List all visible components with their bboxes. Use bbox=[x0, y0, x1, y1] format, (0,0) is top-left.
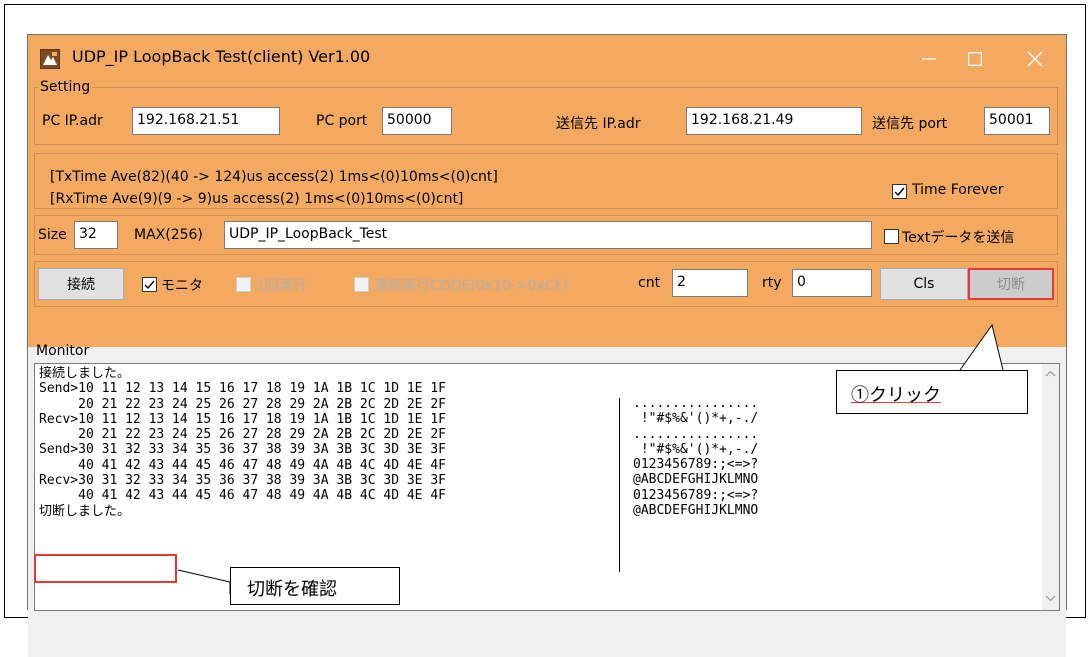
close-button[interactable] bbox=[1012, 35, 1058, 83]
disconnect-highlight-box bbox=[34, 554, 177, 583]
monitor-checkbox-label: モニタ bbox=[161, 278, 203, 294]
ascii-line: ................ bbox=[633, 426, 759, 442]
monitor-label: Monitor bbox=[36, 343, 90, 359]
rty-field[interactable]: 0 bbox=[792, 269, 872, 297]
text-send-label: Textデータを送信 bbox=[902, 230, 1015, 246]
ascii-line: 0123456789:;<=>? bbox=[633, 457, 759, 473]
log-line: Recv>30 31 32 33 34 35 36 37 38 39 3A 3B… bbox=[39, 473, 446, 489]
run-once-label: 1回実行 bbox=[256, 278, 307, 294]
ascii-line: !"#$%&'()*+,-./ bbox=[633, 441, 759, 457]
rty-label: rty bbox=[762, 275, 782, 291]
text-data-field[interactable]: UDP_IP_LoopBack_Test bbox=[224, 221, 872, 249]
log-line: Send>10 11 12 13 14 15 16 17 18 19 1A 1B… bbox=[39, 381, 446, 397]
click-callout: ①クリック bbox=[836, 370, 1028, 414]
pc-ip-field[interactable]: 192.168.21.51 bbox=[132, 107, 280, 135]
click-callout-text: ①クリック bbox=[851, 385, 941, 406]
checkmark-icon bbox=[144, 280, 155, 290]
rx-time-text: [RxTime Ave(9)(9 -> 9)us access(2) 1ms<(… bbox=[50, 191, 464, 207]
maximize-icon bbox=[968, 52, 982, 66]
log-line: 40 41 42 43 44 45 46 47 48 49 4A 4B 4C 4… bbox=[39, 488, 446, 504]
dest-port-label: 送信先 port bbox=[872, 116, 948, 132]
text-send-checkbox[interactable] bbox=[884, 229, 899, 244]
log-line: Send>30 31 32 33 34 35 36 37 38 39 3A 3B… bbox=[39, 442, 446, 458]
dest-port-field[interactable]: 50001 bbox=[984, 107, 1050, 135]
dest-ip-field[interactable]: 192.168.21.49 bbox=[686, 107, 862, 135]
monitor-log: 接続しました。 Send>10 11 12 13 14 15 16 17 18 1… bbox=[39, 366, 446, 519]
pc-port-label: PC port bbox=[316, 113, 368, 129]
hex-ascii-separator bbox=[619, 398, 620, 572]
minimize-icon bbox=[922, 58, 936, 60]
main-panel: Setting PC IP.adr 192.168.21.51 PC port … bbox=[28, 79, 1066, 657]
run-once-checkbox[interactable] bbox=[236, 277, 251, 292]
log-line: 切断しました。 bbox=[39, 503, 131, 519]
connect-button[interactable]: 接続 bbox=[38, 268, 124, 300]
log-line: 20 21 22 23 24 25 26 27 28 29 2A 2B 2C 2… bbox=[39, 396, 446, 412]
disconnect-button[interactable]: 切断 bbox=[968, 268, 1054, 300]
dest-ip-label: 送信先 IP.adr bbox=[556, 116, 641, 132]
time-forever-label: Time Forever bbox=[912, 182, 1004, 198]
confirm-callout-text: 切断を確認 bbox=[247, 579, 337, 600]
size-label: Size bbox=[38, 227, 67, 243]
max-label: MAX(256) bbox=[134, 227, 203, 243]
tx-time-text: [TxTime Ave(82)(40 -> 124)us access(2) 1… bbox=[50, 169, 498, 185]
pc-ip-label: PC IP.adr bbox=[42, 113, 103, 129]
app-icon bbox=[40, 49, 60, 69]
window-title: UDP_IP LoopBack Test(client) Ver1.00 bbox=[72, 47, 371, 66]
log-line: 40 41 42 43 44 45 46 47 48 49 4A 4B 4C 4… bbox=[39, 457, 446, 473]
setting-group-label: Setting bbox=[38, 79, 93, 95]
continuous-run-checkbox[interactable] bbox=[354, 277, 369, 292]
clear-button[interactable]: Cls bbox=[880, 268, 968, 300]
checkmark-icon bbox=[894, 187, 905, 197]
monitor-checkbox[interactable] bbox=[142, 277, 157, 292]
ascii-line: ................ bbox=[633, 396, 759, 411]
ascii-line: @ABCDEFGHIJKLMNO bbox=[633, 472, 759, 488]
ascii-line: @ABCDEFGHIJKLMNO bbox=[633, 503, 759, 519]
time-forever-checkbox[interactable] bbox=[892, 184, 907, 199]
cnt-field[interactable]: 2 bbox=[672, 269, 748, 297]
maximize-button[interactable] bbox=[952, 35, 998, 83]
continuous-run-label: 連続実行CODE(0x10->0xCF) bbox=[374, 278, 569, 294]
log-line: 20 21 22 23 24 25 26 27 28 29 2A 2B 2C 2… bbox=[39, 427, 446, 443]
minimize-button[interactable] bbox=[906, 35, 952, 83]
title-bar: UDP_IP LoopBack Test(client) Ver1.00 bbox=[28, 35, 1066, 83]
size-field[interactable]: 32 bbox=[74, 221, 118, 249]
ascii-column: ................ !"#$%&'()*+,-./........… bbox=[633, 396, 758, 518]
log-line: Recv>10 11 12 13 14 15 16 17 18 19 1A 1B… bbox=[39, 411, 446, 427]
ascii-line: 0123456789:;<=>? bbox=[633, 487, 759, 503]
pc-port-field[interactable]: 50000 bbox=[382, 107, 452, 135]
close-icon bbox=[1027, 51, 1043, 67]
log-line: 接続しました。 bbox=[39, 366, 131, 381]
vertical-scrollbar[interactable] bbox=[1042, 364, 1059, 610]
cnt-label: cnt bbox=[638, 275, 661, 291]
ascii-line: !"#$%&'()*+,-./ bbox=[633, 411, 759, 427]
scroll-arrows-icon bbox=[1045, 370, 1056, 602]
confirm-callout: 切断を確認 bbox=[230, 567, 400, 605]
app-window: UDP_IP LoopBack Test(client) Ver1.00 Set… bbox=[27, 34, 1067, 657]
